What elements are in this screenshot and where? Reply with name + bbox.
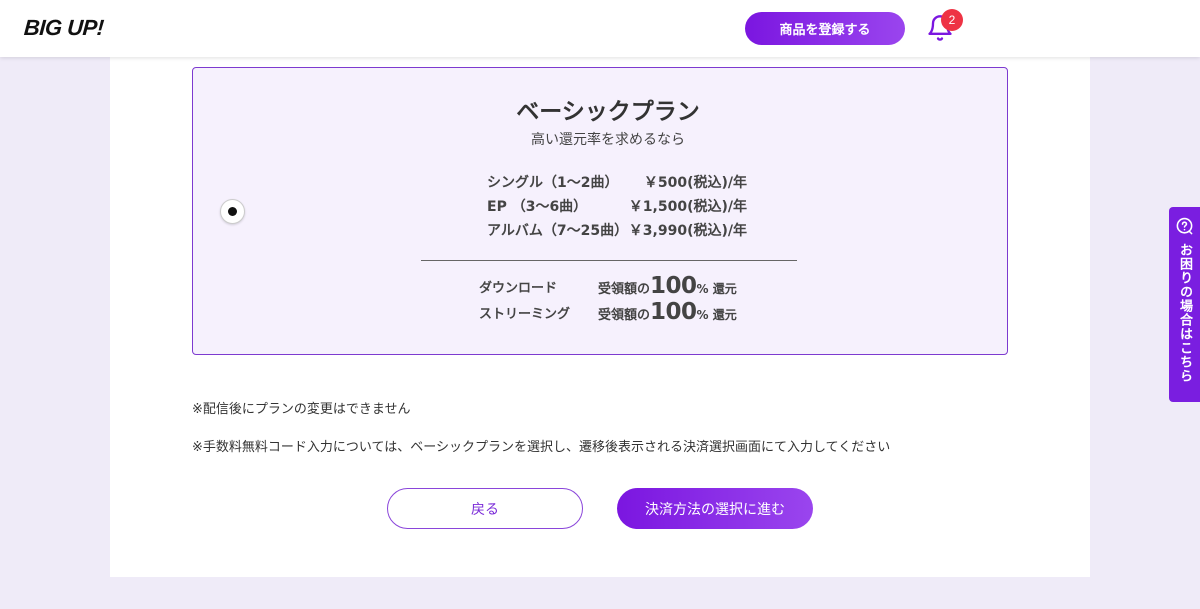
rate-label: ストリーミング xyxy=(479,307,571,322)
price-label: アルバム（7〜25曲） xyxy=(487,223,629,239)
site-header: BIG UP! 商品を登録する 2 xyxy=(0,0,1200,57)
price-value: ￥500(税込)/年 xyxy=(643,175,747,191)
rate-number: 100 xyxy=(650,273,697,299)
price-value: ￥1,500(税込)/年 xyxy=(628,199,747,215)
note-fee-code: ※手数料無料コード入力については、ベーシックプランを選択し、遷移後表示される決済… xyxy=(192,440,891,455)
rate-value: 受領額の100% 還元 xyxy=(598,299,737,325)
plan-title: ベーシックプラン xyxy=(516,99,700,125)
basic-plan-card[interactable]: ベーシックプラン 高い還元率を求めるなら シングル（1〜2曲） ￥500(税込)… xyxy=(192,67,1008,355)
register-product-button[interactable]: 商品を登録する xyxy=(745,12,905,45)
rate-label: ダウンロード xyxy=(479,281,558,296)
plan-divider xyxy=(421,260,797,261)
note-plan-change: ※配信後にプランの変更はできません xyxy=(192,402,411,417)
price-row-single: シングル（1〜2曲） ￥500(税込)/年 xyxy=(487,172,747,192)
rate-suffix: % 還元 xyxy=(696,282,737,296)
rate-suffix: % 還元 xyxy=(696,308,737,322)
rate-prefix: 受領額の xyxy=(598,308,651,323)
rate-prefix: 受領額の xyxy=(598,282,651,297)
rate-value: 受領額の100% 還元 xyxy=(598,273,737,299)
rate-row-download: ダウンロード 受領額の100% 還元 xyxy=(479,273,759,299)
help-tab-label: お困りの場合はこちら xyxy=(1177,243,1192,383)
rate-row-streaming: ストリーミング 受領額の100% 還元 xyxy=(479,299,759,325)
proceed-payment-button[interactable]: 決済方法の選択に進む xyxy=(617,488,813,529)
back-button[interactable]: 戻る xyxy=(387,488,583,529)
site-logo[interactable]: BIG UP! xyxy=(23,15,104,41)
help-tab[interactable]: お困りの場合はこちら xyxy=(1169,207,1200,402)
price-value: ￥3,990(税込)/年 xyxy=(628,223,747,239)
main-panel: ベーシックプラン 高い還元率を求めるなら シングル（1〜2曲） ￥500(税込)… xyxy=(110,57,1090,577)
plan-subtitle: 高い還元率を求めるなら xyxy=(531,132,685,148)
rate-number: 100 xyxy=(650,299,697,325)
price-label: シングル（1〜2曲） xyxy=(487,175,619,191)
notification-badge: 2 xyxy=(941,9,963,31)
price-row-album: アルバム（7〜25曲） ￥3,990(税込)/年 xyxy=(487,220,747,240)
price-label: EP （3〜6曲） xyxy=(487,199,588,215)
price-row-ep: EP （3〜6曲） ￥1,500(税込)/年 xyxy=(487,196,747,216)
question-bubble-icon xyxy=(1176,217,1193,235)
plan-radio-selected[interactable] xyxy=(220,199,245,224)
